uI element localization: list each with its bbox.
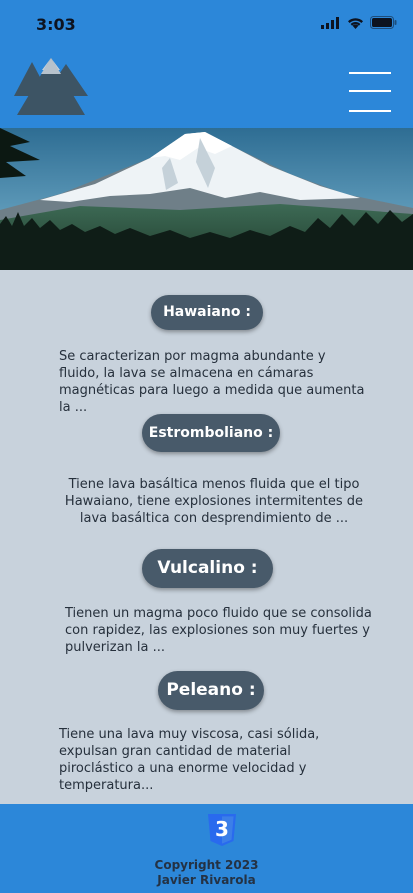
- wifi-icon: [348, 17, 363, 29]
- logo[interactable]: [12, 58, 90, 122]
- hero-image: [0, 128, 413, 270]
- copyright: Copyright 2023 Javier Rivarola: [0, 858, 413, 888]
- status-time: 3:03: [36, 15, 76, 34]
- header: [0, 52, 413, 128]
- menu-line: [349, 90, 391, 92]
- section-title-estromboliano[interactable]: Estromboliano :: [142, 414, 280, 452]
- copyright-line-1: Copyright 2023: [154, 858, 259, 872]
- battery-icon: [370, 16, 397, 29]
- volcano-types-section: Hawaiano : Se caracterizan por magma abu…: [0, 270, 413, 804]
- section-text-peleano: Tiene una lava muy viscosa, casi sólida,…: [59, 727, 320, 793]
- section-text-hawaiano: Se caracterizan por magma abundante y fl…: [59, 349, 365, 415]
- snow-capped-mountain-photo: [0, 128, 413, 270]
- copyright-line-2: Javier Rivarola: [157, 873, 256, 887]
- css3-badge-number: 3: [215, 817, 229, 841]
- menu-line: [349, 110, 391, 112]
- hamburger-menu-button[interactable]: [349, 72, 391, 112]
- section-title-vulcalino[interactable]: Vulcalino :: [142, 549, 273, 588]
- section-text-vulcalino: Tienen un magma poco fluido que se conso…: [65, 606, 372, 655]
- hamburger-menu-icon: [349, 72, 391, 74]
- cellular-signal-icon: [321, 16, 339, 29]
- status-icons: [321, 16, 397, 29]
- section-title-hawaiano[interactable]: Hawaiano :: [151, 295, 263, 330]
- section-title-peleano[interactable]: Peleano :: [158, 671, 264, 710]
- status-bar: 3:03: [0, 0, 413, 52]
- mountain-logo-icon: [14, 58, 88, 115]
- section-text-estromboliano: Tiene lava basáltica menos fluida que el…: [64, 477, 364, 526]
- footer: 3 Copyright 2023 Javier Rivarola: [0, 804, 413, 893]
